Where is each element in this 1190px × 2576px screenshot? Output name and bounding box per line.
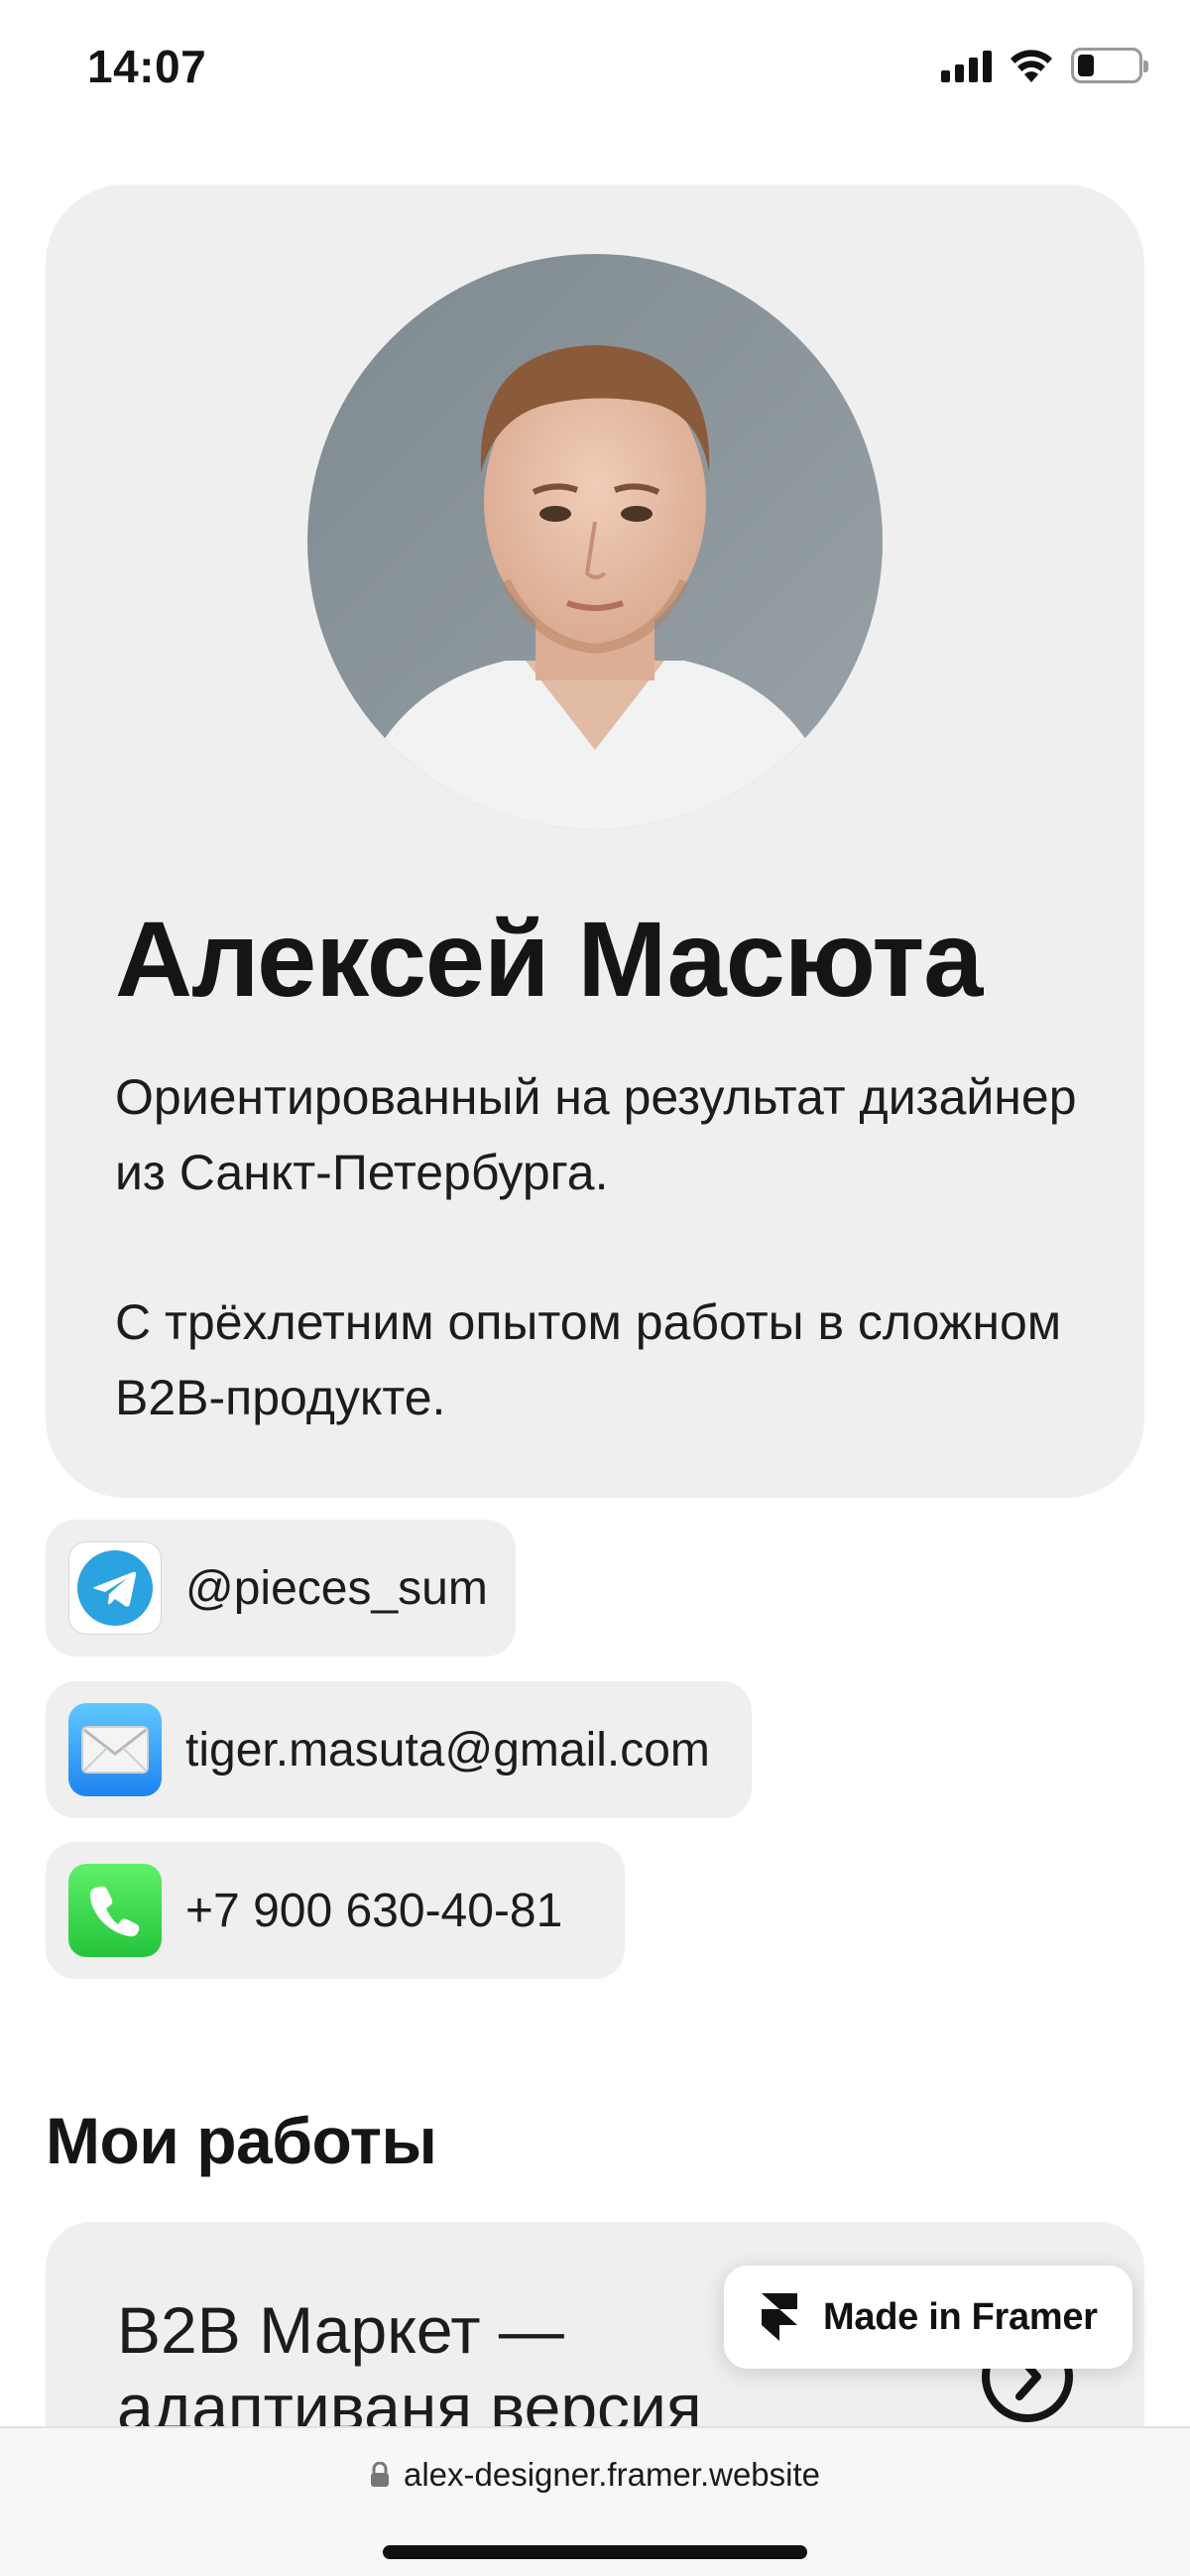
avatar bbox=[307, 254, 883, 829]
email-address: tiger.masuta@gmail.com bbox=[185, 1723, 710, 1777]
home-indicator[interactable] bbox=[383, 2545, 807, 2559]
email-contact-button[interactable]: tiger.masuta@gmail.com bbox=[46, 1681, 752, 1818]
status-bar: 14:07 bbox=[0, 0, 1190, 139]
url-text: alex-designer.framer.website bbox=[403, 2456, 821, 2493]
made-in-framer-badge[interactable]: Made in Framer bbox=[724, 2266, 1132, 2369]
profile-name: Алексей Масюта bbox=[115, 899, 983, 1019]
works-section-title: Мои работы bbox=[46, 2104, 437, 2177]
telegram-handle: @pieces_sum bbox=[185, 1561, 488, 1615]
phone-number: +7 900 630-40-81 bbox=[185, 1884, 563, 1937]
profile-bio: Ориентированный на результат дизайнер из… bbox=[115, 1069, 1077, 1200]
wifi-icon bbox=[1011, 50, 1052, 82]
telegram-contact-button[interactable]: @pieces_sum bbox=[46, 1520, 516, 1656]
status-time: 14:07 bbox=[87, 41, 207, 92]
mail-icon bbox=[68, 1703, 162, 1796]
browser-address-bar[interactable]: alex-designer.framer.website bbox=[0, 2426, 1190, 2576]
framer-badge-label: Made in Framer bbox=[823, 2295, 1098, 2338]
telegram-icon bbox=[68, 1541, 162, 1635]
work-card-title: B2B Маркет — адаптиваня версия bbox=[117, 2293, 702, 2444]
phone-icon bbox=[68, 1864, 162, 1957]
url-field[interactable]: alex-designer.framer.website bbox=[0, 2456, 1190, 2494]
profile-experience: С трёхлетним опытом работы в сложном B2B… bbox=[115, 1294, 1062, 1425]
lock-icon bbox=[370, 2462, 389, 2487]
phone-contact-button[interactable]: +7 900 630-40-81 bbox=[46, 1842, 625, 1979]
signal-icon bbox=[941, 49, 992, 82]
status-icons bbox=[941, 48, 1148, 83]
profile-card: Алексей Масюта Ориентированный на резуль… bbox=[46, 184, 1144, 1498]
battery-icon bbox=[1071, 48, 1148, 83]
framer-logo-icon bbox=[762, 2293, 797, 2341]
